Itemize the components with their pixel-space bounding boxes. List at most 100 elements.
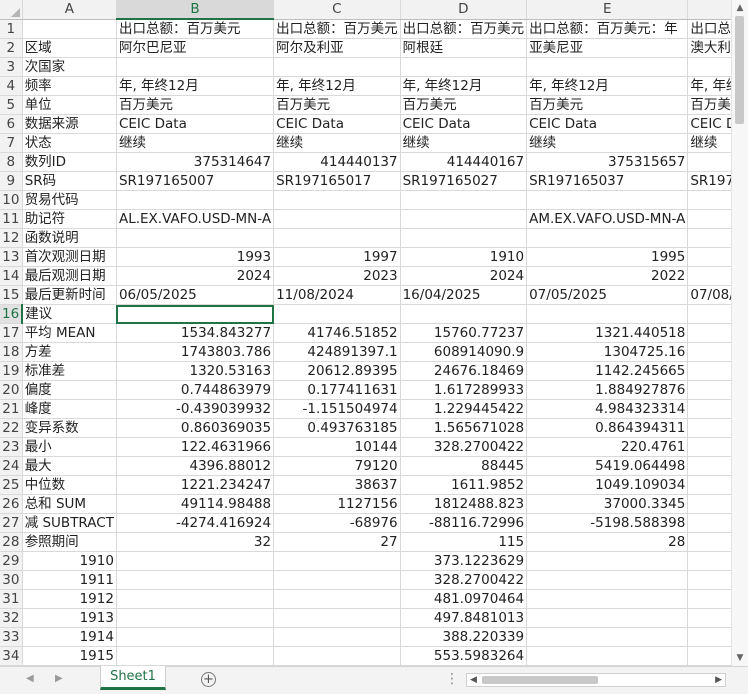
- cell-b11[interactable]: AL.EX.VAFO.USD-MN-A: [116, 209, 275, 229]
- cell-d32[interactable]: 497.8481013: [400, 608, 528, 628]
- cell-d26[interactable]: 1812488.823: [400, 494, 528, 514]
- cell-c2[interactable]: 阿尔及利亚: [273, 38, 401, 58]
- cell-e27[interactable]: -5198.588398: [526, 513, 689, 533]
- cell-d15[interactable]: 16/04/2025: [400, 285, 528, 305]
- row-header[interactable]: 30: [0, 570, 23, 590]
- horizontal-scroll-thumb[interactable]: [482, 676, 598, 684]
- cell-a20[interactable]: 偏度: [22, 380, 117, 400]
- cell-a18[interactable]: 方差: [22, 342, 117, 362]
- cell-e8[interactable]: 375315657: [526, 152, 689, 172]
- cell-c15[interactable]: 11/08/2024: [273, 285, 401, 305]
- row-header[interactable]: 27: [0, 513, 23, 533]
- cell-f10[interactable]: [687, 190, 731, 210]
- tab-next-icon[interactable]: ▶: [55, 673, 63, 684]
- cell-f32[interactable]: [687, 608, 731, 628]
- cell-a8[interactable]: 数列ID: [22, 152, 117, 172]
- cell-d11[interactable]: [400, 209, 528, 229]
- scroll-right-icon[interactable]: ▶: [715, 674, 722, 686]
- cell-d29[interactable]: 373.1223629: [400, 551, 528, 571]
- cell-a13[interactable]: 首次观测日期: [22, 247, 117, 267]
- cell-a3[interactable]: 次国家: [22, 57, 117, 77]
- cell-d16[interactable]: [400, 304, 528, 324]
- cell-c25[interactable]: 38637: [273, 475, 401, 495]
- cell-c1[interactable]: 出口总额：百万美元: [273, 19, 401, 39]
- cell-b12[interactable]: [116, 228, 275, 248]
- vertical-scrollbar[interactable]: ▲ ▼: [731, 0, 748, 666]
- cell-e4[interactable]: 年, 年终12月: [526, 76, 689, 96]
- row-header[interactable]: 8: [0, 152, 23, 172]
- cell-b27[interactable]: -4274.416924: [116, 513, 275, 533]
- cell-f8[interactable]: [687, 152, 731, 172]
- cell-b1[interactable]: 出口总额：百万美元: [116, 19, 275, 39]
- cell-c18[interactable]: 424891397.1: [273, 342, 401, 362]
- cell-d3[interactable]: [400, 57, 528, 77]
- cell-c16[interactable]: [273, 304, 401, 324]
- cell-d21[interactable]: 1.229445422: [400, 399, 528, 419]
- cell-a15[interactable]: 最后更新时间: [22, 285, 117, 305]
- cell-b14[interactable]: 2024: [116, 266, 275, 286]
- cell-b22[interactable]: 0.860369035: [116, 418, 275, 438]
- cell-f22[interactable]: [687, 418, 731, 438]
- cell-d34[interactable]: 553.5983264: [400, 646, 528, 666]
- cell-a11[interactable]: 助记符: [22, 209, 117, 229]
- column-header-e[interactable]: E: [526, 0, 689, 20]
- cell-a21[interactable]: 峰度: [22, 399, 117, 419]
- cell-e9[interactable]: SR197165037: [526, 171, 689, 191]
- row-header[interactable]: 33: [0, 627, 23, 647]
- cell-c7[interactable]: 继续: [273, 133, 401, 153]
- cell-b5[interactable]: 百万美元: [116, 95, 275, 115]
- select-all-corner[interactable]: [0, 0, 23, 20]
- cell-d19[interactable]: 24676.18469: [400, 361, 528, 381]
- row-header[interactable]: 23: [0, 437, 23, 457]
- cell-c29[interactable]: [273, 551, 401, 571]
- cell-b34[interactable]: [116, 646, 275, 666]
- row-header[interactable]: 31: [0, 589, 23, 609]
- add-sheet-icon[interactable]: +: [201, 672, 216, 687]
- cell-a4[interactable]: 频率: [22, 76, 117, 96]
- cell-b31[interactable]: [116, 589, 275, 609]
- cell-e21[interactable]: 4.984323314: [526, 399, 689, 419]
- cell-c20[interactable]: 0.177411631: [273, 380, 401, 400]
- cell-b3[interactable]: [116, 57, 275, 77]
- cell-f12[interactable]: [687, 228, 731, 248]
- cell-c24[interactable]: 79120: [273, 456, 401, 476]
- cell-d13[interactable]: 1910: [400, 247, 528, 267]
- cell-e25[interactable]: 1049.109034: [526, 475, 689, 495]
- cell-f17[interactable]: [687, 323, 731, 343]
- cell-d9[interactable]: SR197165027: [400, 171, 528, 191]
- cell-b28[interactable]: 32: [116, 532, 275, 552]
- cell-f6[interactable]: CEIC Data: [687, 114, 731, 134]
- cell-f14[interactable]: [687, 266, 731, 286]
- cell-f25[interactable]: [687, 475, 731, 495]
- cell-b24[interactable]: 4396.88012: [116, 456, 275, 476]
- cell-b16[interactable]: [116, 304, 275, 324]
- tab-sheet1[interactable]: Sheet1: [100, 666, 166, 690]
- column-header-d[interactable]: D: [400, 0, 528, 20]
- cell-f30[interactable]: [687, 570, 731, 590]
- cell-b7[interactable]: 继续: [116, 133, 275, 153]
- scroll-left-icon[interactable]: ◀: [470, 674, 477, 686]
- cell-c10[interactable]: [273, 190, 401, 210]
- cell-f20[interactable]: [687, 380, 731, 400]
- cell-e2[interactable]: 亚美尼亚: [526, 38, 689, 58]
- row-header[interactable]: 28: [0, 532, 23, 552]
- cell-b20[interactable]: 0.744863979: [116, 380, 275, 400]
- cell-e6[interactable]: CEIC Data: [526, 114, 689, 134]
- cell-e19[interactable]: 1142.245665: [526, 361, 689, 381]
- cell-c6[interactable]: CEIC Data: [273, 114, 401, 134]
- cell-a19[interactable]: 标准差: [22, 361, 117, 381]
- cell-f26[interactable]: [687, 494, 731, 514]
- cell-f5[interactable]: 百万美元: [687, 95, 731, 115]
- cell-a7[interactable]: 状态: [22, 133, 117, 153]
- cell-a23[interactable]: 最小: [22, 437, 117, 457]
- cell-e11[interactable]: AM.EX.VAFO.USD-MN-A: [526, 209, 689, 229]
- row-header[interactable]: 2: [0, 38, 23, 58]
- vertical-scroll-thumb[interactable]: [735, 16, 744, 124]
- row-header[interactable]: 29: [0, 551, 23, 571]
- cell-a10[interactable]: 贸易代码: [22, 190, 117, 210]
- cell-c8[interactable]: 414440137: [273, 152, 401, 172]
- cell-e17[interactable]: 1321.440518: [526, 323, 689, 343]
- cell-f33[interactable]: [687, 627, 731, 647]
- cell-d14[interactable]: 2024: [400, 266, 528, 286]
- cell-e1[interactable]: 出口总额：百万美元：年: [526, 19, 689, 39]
